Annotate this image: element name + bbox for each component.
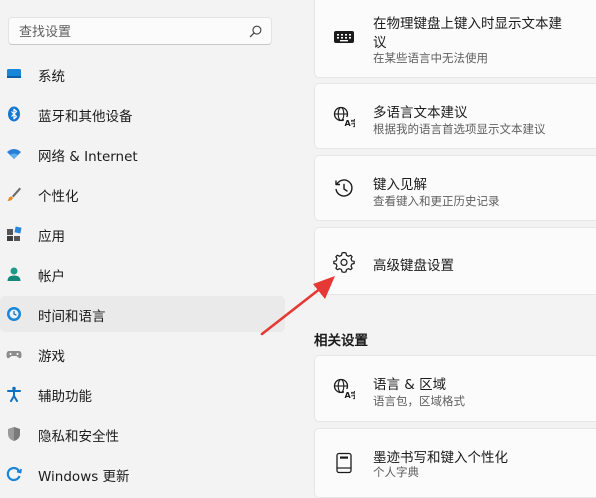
notebook-icon — [332, 451, 356, 475]
apps-icon — [6, 226, 22, 242]
sidebar-item-label: 游戏 — [38, 349, 65, 365]
setting-title: 墨迹书写和键入个性化 — [373, 450, 508, 466]
brush-icon — [6, 186, 22, 202]
accessibility-icon — [6, 386, 22, 402]
gear-icon — [332, 250, 356, 274]
sidebar-item-label: 蓝牙和其他设备 — [38, 109, 133, 125]
svg-text:A字: A字 — [345, 390, 356, 400]
account-icon — [6, 266, 22, 282]
sidebar-item-privacy[interactable]: 隐私和安全性 — [0, 416, 285, 452]
setting-subtitle: 语言包，区域格式 — [373, 394, 465, 408]
search-icon[interactable] — [248, 24, 263, 39]
sidebar-item-label: 时间和语言 — [38, 309, 106, 325]
sidebar-item-label: 辅助功能 — [38, 389, 92, 405]
sidebar-item-label: Windows 更新 — [38, 469, 130, 485]
sidebar-item-label: 帐户 — [38, 269, 65, 285]
setting-title-continued: 议 — [373, 35, 387, 51]
search-input[interactable] — [19, 23, 239, 41]
setting-subtitle: 在某些语言中无法使用 — [373, 51, 488, 65]
gaming-icon — [6, 346, 22, 362]
sidebar-item-label: 个性化 — [38, 189, 79, 205]
setting-card-typing-insights[interactable]: 键入见解 查看键入和更正历史记录 — [314, 155, 596, 221]
svg-text:A字: A字 — [345, 118, 356, 128]
setting-card-physical-keyboard-suggestions[interactable]: 在物理键盘上键入时显示文本建 议 在某些语言中无法使用 — [314, 0, 596, 78]
sidebar-item-label: 网络 & Internet — [38, 149, 138, 165]
windows-update-icon — [6, 466, 22, 482]
sidebar-item-apps[interactable]: 应用 — [0, 216, 285, 252]
setting-title: 在物理键盘上键入时显示文本建 — [373, 16, 562, 32]
sidebar-item-gaming[interactable]: 游戏 — [0, 336, 285, 372]
setting-title: 语言 & 区域 — [373, 377, 447, 393]
sidebar-item-network[interactable]: 网络 & Internet — [0, 136, 285, 172]
search-box[interactable] — [8, 17, 272, 45]
time-language-icon — [6, 306, 22, 322]
related-settings-heading: 相关设置 — [314, 333, 368, 349]
setting-title: 多语言文本建议 — [373, 105, 468, 121]
bluetooth-icon — [6, 106, 22, 122]
sidebar-item-windows-update[interactable]: Windows 更新 — [0, 456, 285, 492]
sidebar-item-bluetooth[interactable]: 蓝牙和其他设备 — [0, 96, 285, 132]
related-card-language-region[interactable]: A字 语言 & 区域 语言包，区域格式 — [314, 355, 596, 422]
setting-subtitle: 个人字典 — [373, 465, 419, 479]
language-text-icon: A字 — [332, 105, 356, 129]
setting-title: 高级键盘设置 — [373, 258, 454, 274]
sidebar-nav: 系统 蓝牙和其他设备 网络 & Internet 个性化 应用 帐户 时间和语言… — [0, 56, 285, 496]
setting-card-multilingual-suggestions[interactable]: A字 多语言文本建议 根据我的语言首选项显示文本建议 — [314, 83, 596, 149]
keyboard-icon — [332, 25, 356, 49]
sidebar-item-time-language[interactable]: 时间和语言 — [0, 296, 285, 332]
sidebar-item-accounts[interactable]: 帐户 — [0, 256, 285, 292]
sidebar-item-label: 应用 — [38, 229, 65, 245]
language-region-icon: A字 — [332, 377, 356, 401]
setting-title: 键入见解 — [373, 177, 427, 193]
related-card-ink-typing[interactable]: 墨迹书写和键入个性化 个人字典 — [314, 428, 596, 498]
wifi-icon — [6, 146, 22, 162]
sidebar-item-label: 隐私和安全性 — [38, 429, 119, 445]
setting-card-advanced-keyboard[interactable]: 高级键盘设置 — [314, 227, 596, 295]
sidebar-item-label: 系统 — [38, 69, 65, 85]
shield-icon — [6, 426, 22, 442]
sidebar-item-accessibility[interactable]: 辅助功能 — [0, 376, 285, 412]
history-icon — [332, 177, 356, 201]
setting-subtitle: 根据我的语言首选项显示文本建议 — [373, 122, 546, 136]
sidebar-item-system[interactable]: 系统 — [0, 56, 285, 92]
system-icon — [6, 66, 22, 82]
setting-subtitle: 查看键入和更正历史记录 — [373, 194, 500, 208]
sidebar-item-personalization[interactable]: 个性化 — [0, 176, 285, 212]
